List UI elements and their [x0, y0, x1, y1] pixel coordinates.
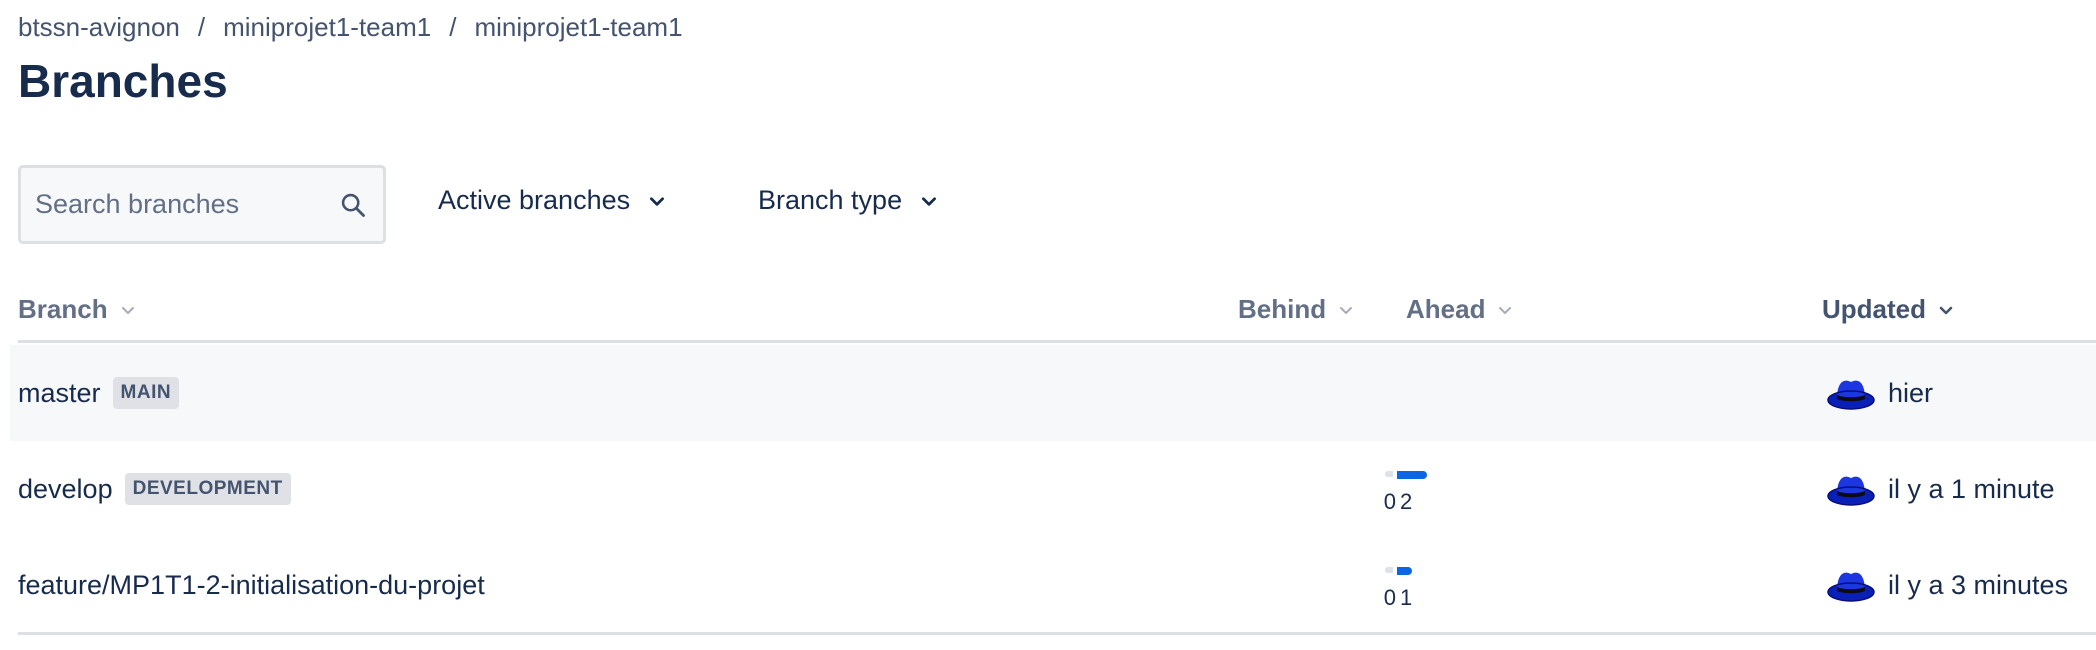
table-header-divider — [18, 340, 2096, 343]
updated-time: il y a 3 minutes — [1888, 569, 2069, 600]
column-header-label: Behind — [1238, 294, 1327, 324]
column-header-label: Branch — [18, 294, 108, 324]
chevron-down-icon — [1499, 306, 1512, 314]
breadcrumb: btssn-avignon / miniprojet1-team1 / miniproj… — [18, 12, 683, 43]
chevron-down-icon — [1340, 306, 1353, 314]
updated-cell: il y a 1 minute — [1826, 441, 2055, 537]
branch-name-link[interactable]: master — [18, 378, 101, 409]
active-branches-dropdown[interactable]: Active branches — [438, 185, 666, 216]
chevron-down-icon — [922, 196, 937, 206]
behind-count: 0 — [1383, 489, 1396, 514]
updated-time: hier — [1888, 377, 1934, 408]
column-header-branch[interactable]: Branch — [18, 294, 136, 325]
hat-avatar-icon[interactable] — [1826, 368, 1876, 418]
chevron-down-icon — [1939, 306, 1953, 314]
branch-cell: master MAIN — [18, 345, 180, 441]
behind-bar — [1385, 567, 1393, 573]
breadcrumb-repository-link[interactable]: miniprojet1-team1 — [474, 12, 682, 42]
table-row[interactable]: master MAIN hier — [10, 345, 2096, 441]
ahead-behind-indicator: 0 2 — [1366, 463, 1427, 523]
ahead-count: 2 — [1400, 489, 1413, 514]
branch-type-label: Branch type — [758, 185, 903, 215]
page-title: Branches — [18, 55, 228, 107]
updated-cell: hier — [1826, 345, 1933, 441]
ahead-bar — [1397, 567, 1412, 575]
branch-cell: develop DEVELOPMENT — [18, 441, 291, 537]
breadcrumb-separator: / — [197, 12, 206, 42]
ahead-count: 1 — [1400, 585, 1413, 610]
column-header-label: Updated — [1822, 294, 1926, 324]
search-box[interactable] — [18, 165, 386, 244]
table-row[interactable]: feature/MP1T1-2-initialisation-du-projet… — [10, 537, 2096, 633]
branch-type-badge: MAIN — [112, 377, 180, 409]
branch-name-link[interactable]: develop — [18, 474, 113, 505]
chevron-down-icon — [650, 196, 665, 206]
behind-count: 0 — [1383, 585, 1396, 610]
behind-bar — [1385, 471, 1393, 477]
hat-avatar-icon[interactable] — [1826, 560, 1876, 610]
search-icon[interactable] — [339, 191, 367, 219]
branch-cell: feature/MP1T1-2-initialisation-du-projet — [18, 537, 485, 633]
breadcrumb-separator: / — [449, 12, 457, 42]
hat-avatar-icon[interactable] — [1826, 464, 1876, 514]
column-header-ahead[interactable]: Ahead — [1406, 294, 1513, 325]
column-header-label: Ahead — [1406, 294, 1486, 324]
column-header-updated[interactable]: Updated — [1822, 294, 1954, 325]
updated-cell: il y a 3 minutes — [1826, 537, 2068, 633]
branch-name-link[interactable]: feature/MP1T1-2-initialisation-du-projet — [18, 570, 485, 601]
table-bottom-divider — [18, 632, 2096, 635]
branch-type-dropdown[interactable]: Branch type — [758, 185, 938, 216]
ahead-bar — [1397, 471, 1427, 479]
active-branches-label: Active branches — [438, 185, 631, 215]
ahead-behind-indicator: 0 1 — [1366, 559, 1426, 619]
breadcrumb-project-link[interactable]: miniprojet1-team1 — [223, 12, 431, 42]
chevron-down-icon — [121, 306, 134, 314]
breadcrumb-workspace-link[interactable]: btssn-avignon — [18, 12, 180, 42]
branch-type-badge: DEVELOPMENT — [124, 473, 291, 505]
updated-time: il y a 1 minute — [1888, 473, 2055, 504]
table-row[interactable]: develop DEVELOPMENT 0 2 il y a 1 minute — [10, 441, 2096, 537]
search-input[interactable] — [35, 168, 335, 241]
column-header-behind[interactable]: Behind — [1238, 294, 1354, 325]
